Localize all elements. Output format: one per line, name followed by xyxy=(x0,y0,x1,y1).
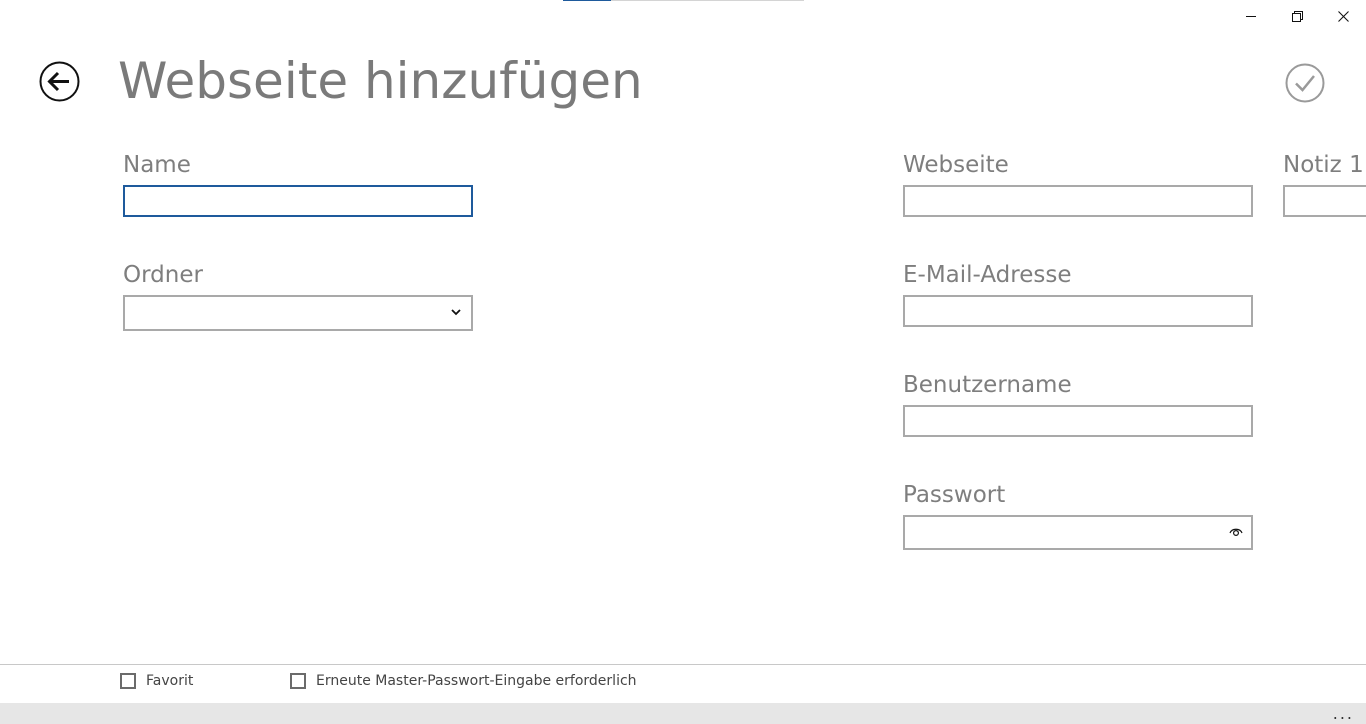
arrow-left-circle-icon xyxy=(39,61,80,102)
chevron-down-icon xyxy=(451,309,461,316)
bottom-divider xyxy=(0,664,1366,665)
username-input[interactable] xyxy=(903,405,1253,437)
app-bar: ... xyxy=(0,703,1366,724)
eye-icon[interactable] xyxy=(1229,526,1243,538)
password-label: Passwort xyxy=(903,482,1006,508)
favorite-option[interactable]: Favorit xyxy=(120,671,193,691)
page-title: Webseite hinzufügen xyxy=(118,52,643,110)
reprompt-label: Erneute Master-Passwort-Eingabe erforder… xyxy=(316,673,637,689)
minimize-icon xyxy=(1246,16,1256,17)
reprompt-option[interactable]: Erneute Master-Passwort-Eingabe erforder… xyxy=(290,671,637,691)
favorite-checkbox[interactable] xyxy=(120,673,136,689)
email-input[interactable] xyxy=(903,295,1253,327)
name-input[interactable] xyxy=(123,185,473,217)
folder-label: Ordner xyxy=(123,262,203,288)
note-input[interactable] xyxy=(1283,185,1366,217)
website-label: Webseite xyxy=(903,152,1009,178)
close-icon xyxy=(1337,10,1349,22)
username-label: Benutzername xyxy=(903,372,1072,398)
save-button[interactable] xyxy=(1285,63,1325,103)
restore-button[interactable] xyxy=(1274,0,1320,32)
email-label: E-Mail-Adresse xyxy=(903,262,1072,288)
minimize-button[interactable] xyxy=(1228,0,1274,32)
more-options-button[interactable]: ... xyxy=(1333,703,1354,724)
close-button[interactable] xyxy=(1320,0,1366,32)
check-circle-icon xyxy=(1285,63,1325,103)
loading-progress-fill xyxy=(563,0,612,1)
password-field[interactable] xyxy=(903,515,1253,550)
loading-progress-bar xyxy=(563,0,804,1)
reprompt-checkbox[interactable] xyxy=(290,673,306,689)
password-input[interactable] xyxy=(905,517,1205,548)
note-label: Notiz 1 xyxy=(1283,152,1364,178)
app-window: Webseite hinzufügen Name Ordner Webseite… xyxy=(0,0,1366,724)
name-label: Name xyxy=(123,152,191,178)
back-button[interactable] xyxy=(39,61,80,102)
restore-icon xyxy=(1291,10,1303,22)
favorite-label: Favorit xyxy=(146,673,194,689)
website-input[interactable] xyxy=(903,185,1253,217)
folder-select[interactable] xyxy=(123,295,473,331)
